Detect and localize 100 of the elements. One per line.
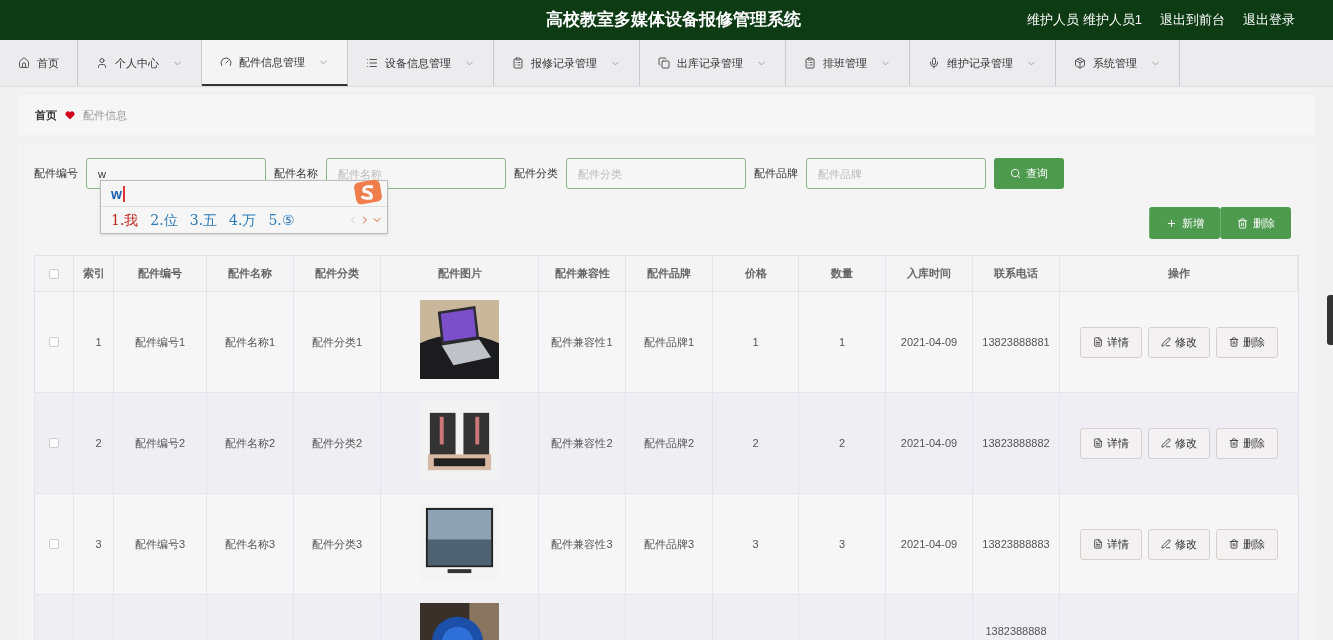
edit-button[interactable]: 修改: [1148, 427, 1210, 459]
table-cell-text: 3: [837, 537, 847, 552]
nav-tab[interactable]: 系统管理: [1056, 40, 1180, 86]
column-header: 配件分类: [315, 266, 359, 282]
home-icon: [18, 57, 30, 69]
nav-tab[interactable]: 报修记录管理: [494, 40, 640, 86]
trash-icon: [1229, 438, 1239, 448]
header-link[interactable]: 退出登录: [1243, 10, 1295, 30]
pen-icon: [1161, 337, 1171, 347]
table-cell-text: 配件兼容性3: [550, 537, 614, 552]
column-header: 配件兼容性: [554, 266, 610, 282]
table-cell-text: 配件品牌2: [642, 436, 696, 451]
select-all-checkbox[interactable]: [49, 268, 59, 279]
delete-button[interactable]: 删除: [1216, 326, 1278, 358]
detail-button[interactable]: 详情: [1080, 326, 1142, 358]
table-cell-text: 配件编号3: [133, 537, 187, 552]
column-header: 数量: [831, 266, 853, 282]
table-cell-text: 2: [751, 436, 760, 451]
user-label: 维护人员 维护人员1: [1027, 11, 1142, 30]
nav-tab[interactable]: 设备信息管理: [348, 40, 494, 86]
nav-tab[interactable]: 排班管理: [786, 40, 910, 86]
table-cell-text: 3: [751, 537, 760, 552]
edit-button[interactable]: 修改: [1148, 326, 1210, 358]
plus-icon: [1166, 217, 1177, 229]
ime-candidate[interactable]: 5.⑤: [268, 209, 295, 231]
document-icon: [1093, 539, 1103, 549]
document-icon: [1093, 438, 1103, 448]
nav-tab[interactable]: 首页: [0, 40, 78, 86]
table-cell-text: 2021-04-09: [899, 335, 959, 350]
column-header: 配件名称: [228, 266, 272, 282]
copy-icon: [658, 57, 670, 69]
list-icon: [366, 57, 378, 69]
table-cell-text: 配件兼容性2: [550, 436, 614, 451]
header-link[interactable]: 退出到前台: [1160, 10, 1225, 30]
nav-tab[interactable]: 出库记录管理: [640, 40, 786, 86]
table-cell-text: 1: [751, 335, 760, 350]
ime-candidate[interactable]: 2.位: [150, 209, 178, 231]
table-cell-text: 配件分类3: [310, 537, 364, 552]
ime-candidate[interactable]: 3.五: [189, 209, 218, 231]
detail-button[interactable]: 详情: [1080, 427, 1142, 459]
field-label: 配件编号: [34, 166, 78, 182]
table-cell-text: 配件编号2: [133, 436, 187, 451]
table-cell-text: 配件品牌3: [642, 537, 696, 552]
column-header: 联系电话: [994, 266, 1038, 282]
table-cell-text: 配件兼容性1: [550, 335, 614, 350]
system-title: 高校教室多媒体设备报修管理系统: [546, 9, 801, 32]
field-label: 配件名称: [274, 166, 318, 182]
document-icon: [1093, 337, 1103, 347]
heart-icon: [65, 110, 75, 120]
trash-icon: [1229, 337, 1239, 347]
user-icon: [96, 57, 108, 69]
microphone-icon: [928, 57, 940, 69]
table-cell-text: 2: [837, 436, 847, 451]
ime-composition: w: [111, 185, 125, 202]
nav-tab[interactable]: 配件信息管理: [202, 40, 348, 86]
field-label: 配件分类: [514, 166, 558, 182]
edit-button[interactable]: 修改: [1148, 528, 1210, 560]
nav-tab[interactable]: 维护记录管理: [910, 40, 1056, 86]
breadcrumb-link[interactable]: 首页: [35, 106, 57, 124]
column-header: 索引: [82, 266, 105, 282]
table-cell-text: 配件名称2: [223, 436, 277, 451]
clipboard-icon: [512, 57, 524, 69]
search-icon: [1010, 168, 1021, 179]
trash-icon: [1229, 539, 1239, 549]
table-cell-text: 2021-04-09: [899, 436, 959, 451]
field-label: 配件品牌: [754, 166, 798, 182]
column-header: 入库时间: [907, 266, 951, 282]
table-cell-text: 配件编号1: [133, 335, 187, 350]
row-checkbox[interactable]: [49, 539, 59, 549]
table-cell-text: 2021-04-09: [899, 537, 959, 552]
delete-button[interactable]: 删除: [1216, 528, 1278, 560]
gauge-icon: [220, 56, 232, 68]
table-cell-text: 13823888881: [981, 335, 1051, 350]
table-cell-text: 配件分类2: [310, 436, 364, 451]
table-cell-text: 13823888883: [981, 537, 1051, 552]
table-cell-text: 1382388888: [984, 624, 1048, 639]
table-cell-text: 13823888882: [981, 436, 1051, 451]
column-header: 配件编号: [138, 266, 182, 282]
table-cell-text: 2: [94, 436, 103, 451]
pen-icon: [1161, 539, 1171, 549]
column-header: 价格: [744, 266, 767, 282]
trash-icon: [1237, 217, 1248, 229]
box-icon: [1074, 57, 1086, 69]
ime-candidate[interactable]: 1.我: [111, 209, 139, 231]
delete-button[interactable]: 删除: [1216, 427, 1278, 459]
table-cell-text: 配件品牌1: [642, 335, 696, 350]
scrollbar-thumb[interactable]: [1327, 295, 1333, 345]
row-checkbox[interactable]: [49, 438, 59, 448]
column-header: 操作: [1167, 266, 1190, 282]
column-header: 配件品牌: [647, 266, 691, 282]
clipboard-icon: [804, 57, 816, 69]
pen-icon: [1161, 438, 1171, 448]
table-cell-text: 3: [94, 537, 103, 552]
table-cell-text: 1: [837, 335, 847, 350]
row-checkbox[interactable]: [49, 337, 59, 347]
table-cell-text: 1: [94, 335, 103, 350]
table-cell-text: 配件名称3: [223, 537, 277, 552]
table-cell-text: 配件分类1: [310, 335, 364, 350]
ime-candidate[interactable]: 4.万: [229, 209, 257, 231]
detail-button[interactable]: 详情: [1080, 528, 1142, 560]
